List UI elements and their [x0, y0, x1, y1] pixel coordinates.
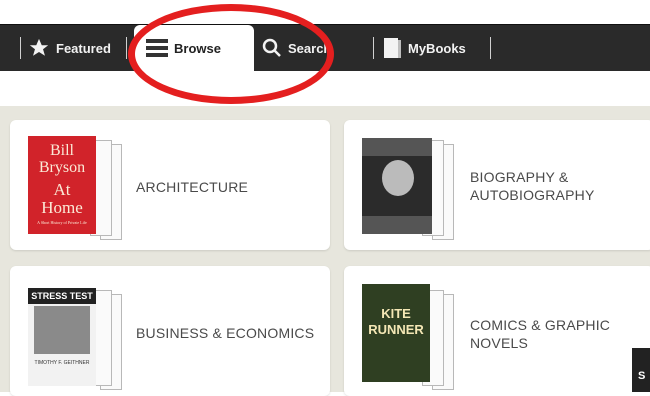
nav-separator [490, 37, 491, 59]
category-card-comics[interactable]: KITE RUNNER COMICS & GRAPHIC NOVELS [344, 266, 650, 396]
category-card-biography[interactable]: BIOGRAPHY & AUTOBIOGRAPHY [344, 120, 650, 250]
corner-fragment-text: S [638, 370, 646, 382]
cover-title: STRESS TEST [28, 288, 96, 304]
book-cover-kite-runner: KITE RUNNER [362, 284, 430, 382]
nav-featured-label: Featured [56, 40, 111, 56]
nav-browse-label: Browse [174, 40, 221, 56]
category-label: BIOGRAPHY & AUTOBIOGRAPHY [470, 168, 594, 204]
cover-text: At [53, 180, 71, 199]
category-label-line: AUTOBIOGRAPHY [470, 187, 595, 203]
menu-lines-icon [146, 39, 168, 57]
cover-subtitle: A Short History of Private Life [37, 220, 87, 225]
cover-author: TIMOTHY F. GEITHNER [34, 360, 90, 366]
book-cover-at-home: Bill Bryson At Home A Short History of P… [28, 136, 96, 234]
star-icon [29, 38, 49, 56]
category-label-line: COMICS & GRAPHIC [470, 317, 611, 333]
book-icon [384, 38, 401, 58]
nav-featured-tab[interactable]: Featured [28, 25, 111, 71]
nav-search-label: Search [288, 40, 332, 56]
cover-title: RUNNER [368, 322, 424, 337]
category-label: ARCHITECTURE [136, 179, 249, 195]
nav-separator [20, 37, 21, 59]
cover-title: KITE [381, 306, 411, 321]
cover-text: Bill [49, 142, 74, 159]
cover-text: Home [41, 198, 83, 217]
category-card-business[interactable]: STRESS TEST TIMOTHY F. GEITHNER BUSINESS… [10, 266, 330, 396]
category-label: BUSINESS & ECONOMICS [136, 325, 315, 341]
nav-browse-tab[interactable]: Browse [134, 25, 254, 71]
category-label-line: NOVELS [470, 335, 528, 351]
nav-mybooks-label: MyBooks [408, 40, 466, 56]
category-label: COMICS & GRAPHIC NOVELS [470, 316, 610, 352]
nav-mybooks-tab[interactable]: MyBooks [382, 25, 466, 71]
browser-top-strip [0, 0, 650, 24]
search-icon [262, 38, 281, 57]
book-cover-stress-test: STRESS TEST TIMOTHY F. GEITHNER [28, 288, 96, 386]
cover-text: Bryson [38, 159, 86, 176]
category-card-architecture[interactable]: Bill Bryson At Home A Short History of P… [10, 120, 330, 250]
book-cover-biography [362, 138, 432, 234]
top-navbar: Featured Browse Search MyBooks [0, 24, 650, 71]
nav-search-tab[interactable]: Search [262, 25, 331, 71]
category-grid: Bill Bryson At Home A Short History of P… [0, 106, 650, 396]
nav-separator [373, 37, 374, 59]
corner-fragment: S [632, 348, 650, 392]
category-label-line: BIOGRAPHY & [470, 169, 569, 185]
nav-separator [126, 37, 127, 59]
